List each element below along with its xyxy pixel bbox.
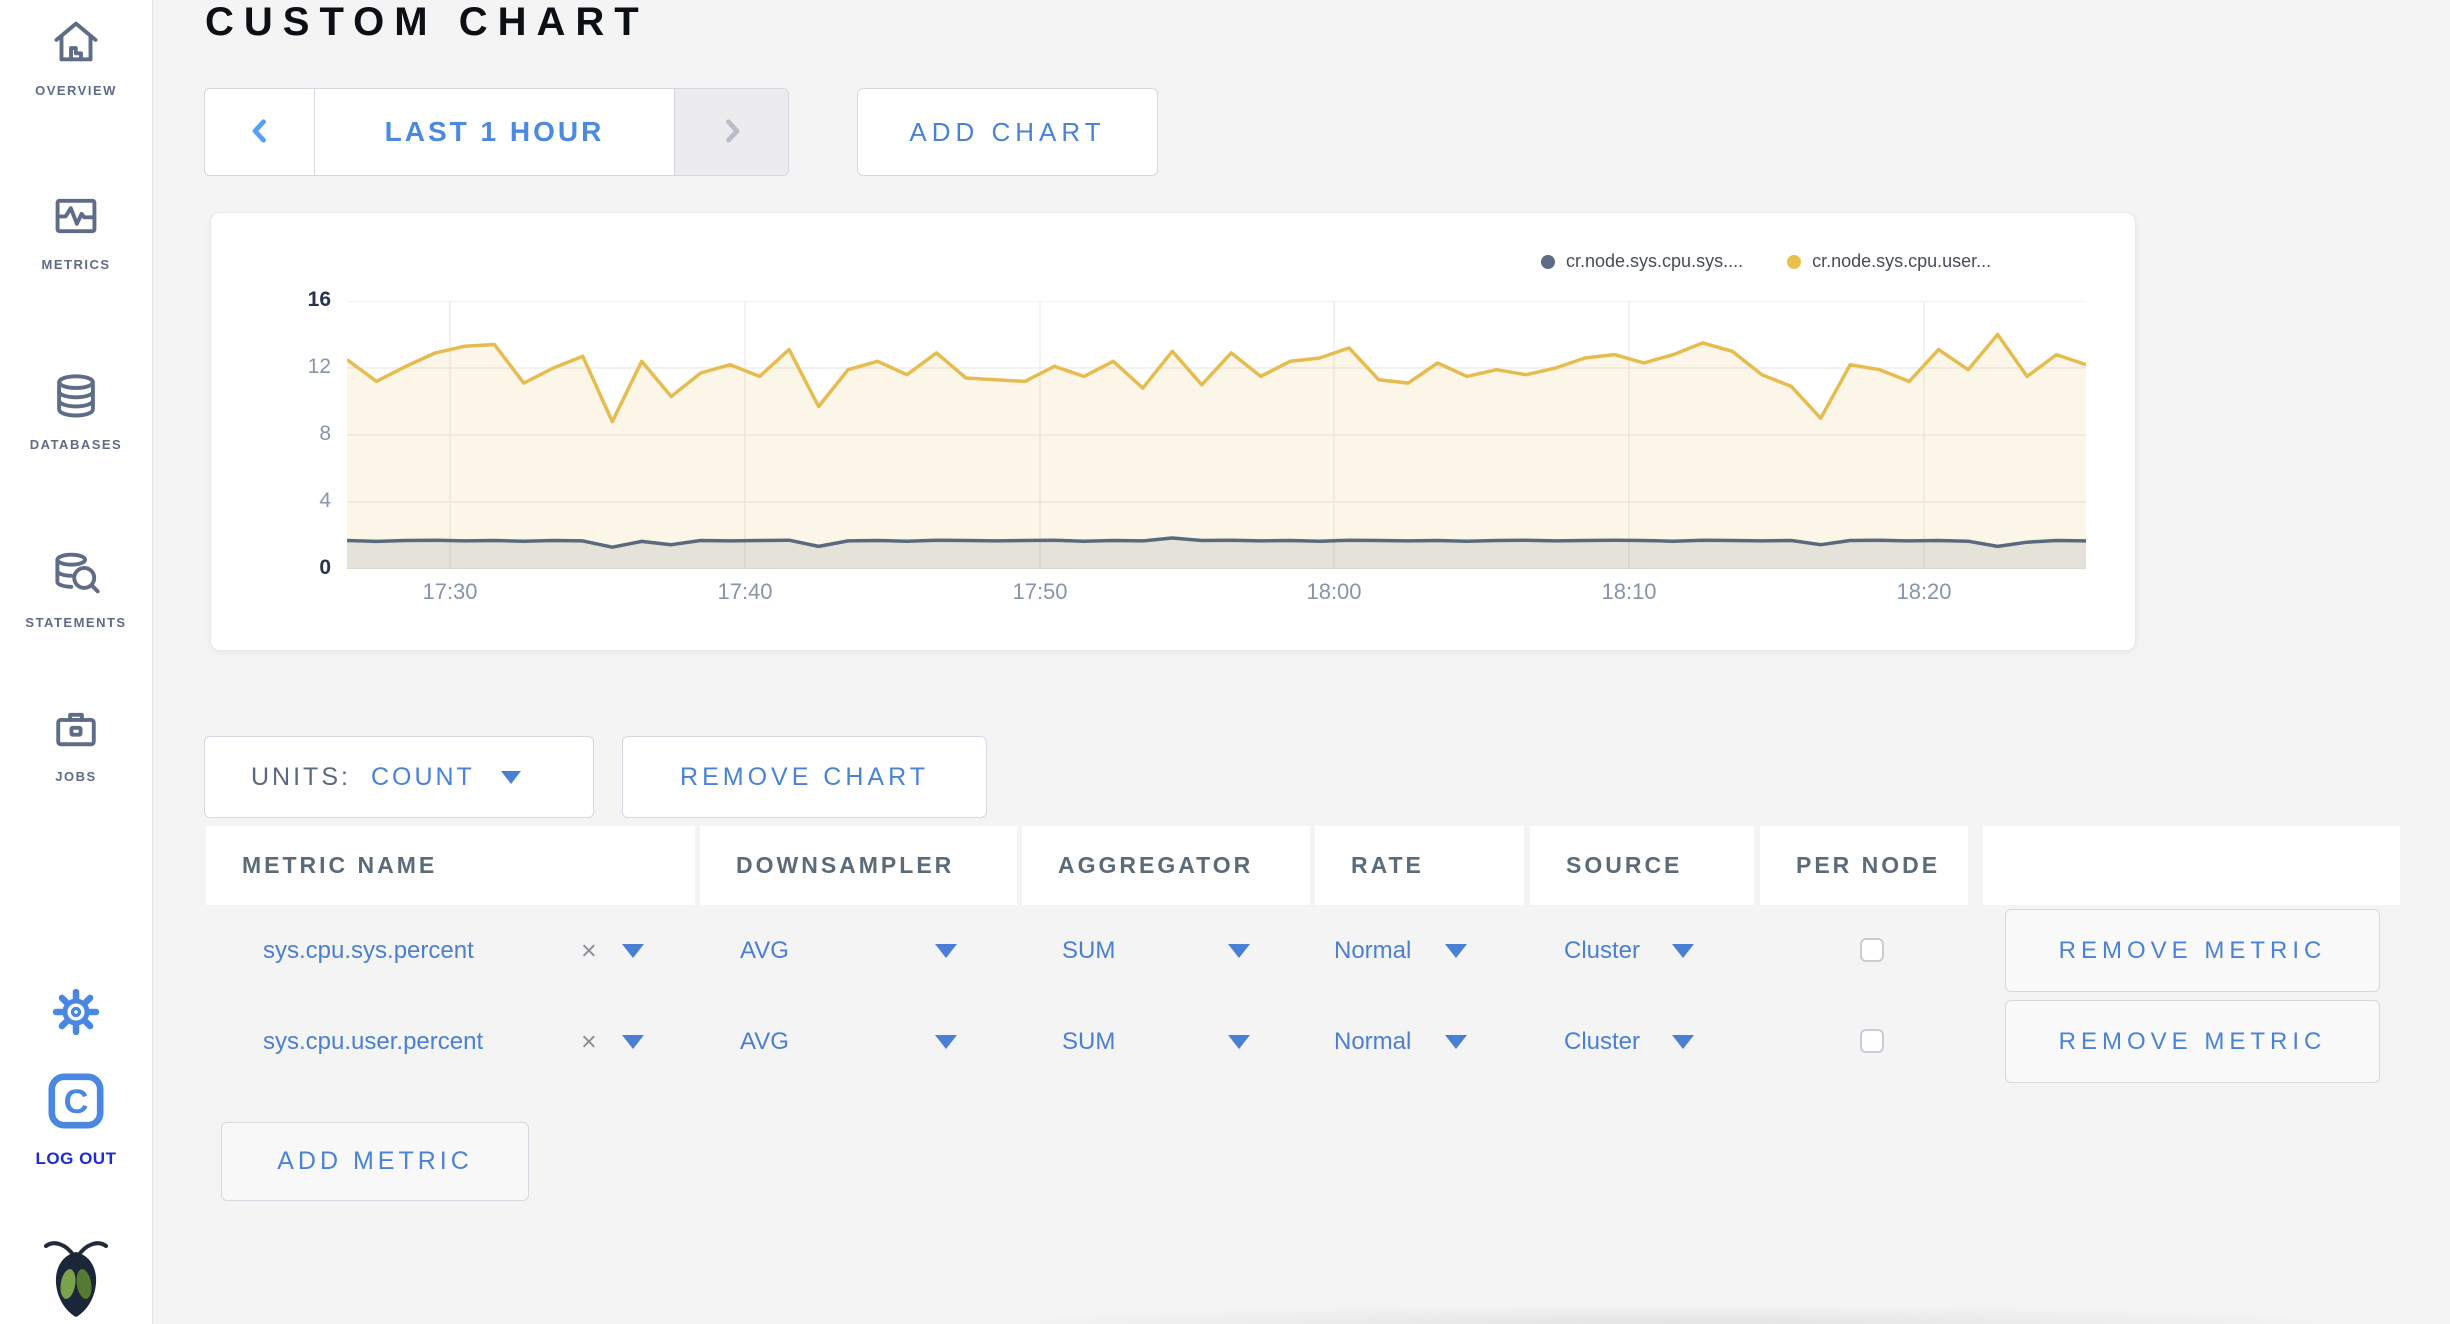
metric-row: sys.cpu.user.percent × AVG SUM Normal Cluster…	[0, 996, 2450, 1087]
cpu-metrics-chart	[347, 301, 2086, 569]
table-header-label: SOURCE	[1566, 852, 1683, 878]
rate-caret-icon[interactable]	[1445, 1034, 1467, 1049]
chart-panel: cr.node.sys.cpu.sys.... cr.node.sys.cpu.u…	[210, 212, 2136, 651]
add-chart-button[interactable]: ADD CHART	[857, 88, 1158, 176]
metric-row: sys.cpu.sys.percent × AVG SUM Normal Cluster R…	[0, 905, 2450, 996]
downsampler-caret-icon[interactable]	[935, 1034, 957, 1049]
legend-item[interactable]: cr.node.sys.cpu.sys....	[1541, 251, 1743, 272]
jobs-icon	[0, 702, 152, 759]
table-header-rate: RATE	[1315, 826, 1524, 905]
per-node-checkbox[interactable]	[1860, 938, 1884, 962]
aggregator-caret-icon[interactable]	[1228, 1034, 1250, 1049]
units-dropdown[interactable]: UNITS: COUNT	[204, 736, 594, 818]
chevron-left-icon	[243, 114, 277, 151]
table-header-source: SOURCE	[1530, 826, 1754, 905]
table-header-label: RATE	[1351, 852, 1424, 878]
source-select[interactable]: Cluster	[1564, 937, 1640, 965]
rate-caret-icon[interactable]	[1445, 943, 1467, 958]
time-range-selector: LAST 1 HOUR	[204, 88, 789, 176]
metrics-icon	[0, 190, 152, 247]
chart-legend: cr.node.sys.cpu.sys.... cr.node.sys.cpu.u…	[1541, 251, 1991, 272]
x-axis-tick-label: 18:00	[1306, 579, 1362, 604]
downsampler-select[interactable]: AVG	[740, 937, 789, 965]
sidebar-item-metrics[interactable]: METRICS	[0, 190, 152, 272]
sidebar-item-label: JOBS	[55, 769, 97, 784]
cockroachdb-bug-logo	[0, 1232, 152, 1324]
clear-metric-x-icon[interactable]: ×	[581, 935, 597, 966]
bottom-scroll-shadow	[900, 1298, 2450, 1324]
logout-label: LOG OUT	[35, 1149, 117, 1168]
svg-text:C: C	[64, 1083, 89, 1121]
metric-name-select[interactable]: sys.cpu.sys.percent	[263, 937, 474, 965]
legend-dot-icon	[1787, 254, 1802, 269]
table-header-actions	[1983, 826, 2400, 905]
table-header-downsampler: DOWNSAMPLER	[700, 826, 1017, 905]
databases-icon	[0, 370, 152, 427]
sidebar-item-label: DATABASES	[29, 437, 123, 452]
source-caret-icon[interactable]	[1672, 943, 1694, 958]
page-title: CUSTOM CHART	[205, 0, 649, 44]
remove-chart-button[interactable]: REMOVE CHART	[622, 736, 987, 818]
table-header-label: AGGREGATOR	[1058, 852, 1254, 878]
sidebar-item-jobs[interactable]: JOBS	[0, 702, 152, 784]
aggregator-caret-icon[interactable]	[1228, 943, 1250, 958]
metric-name-caret-icon[interactable]	[622, 1034, 644, 1049]
clear-metric-x-icon[interactable]: ×	[581, 1026, 597, 1057]
time-range-prev-button[interactable]	[205, 89, 315, 175]
rate-select[interactable]: Normal	[1334, 937, 1411, 965]
time-range-label: LAST 1 HOUR	[384, 116, 605, 147]
per-node-checkbox[interactable]	[1860, 1029, 1884, 1053]
y-axis-tick-label: 16	[307, 288, 331, 311]
table-header-metric-name: METRIC NAME	[206, 826, 695, 905]
custom-chart-page: OVERVIEW METRICS DATABASES STATEMENTS JOBS	[0, 0, 2450, 1324]
x-axis-tick-label: 18:20	[1896, 579, 1952, 604]
sidebar-item-overview[interactable]: OVERVIEW	[0, 16, 152, 98]
x-axis-tick-label: 17:40	[717, 579, 773, 604]
rate-select[interactable]: Normal	[1334, 1028, 1411, 1056]
sidebar-item-label: METRICS	[41, 257, 111, 272]
add-metric-button[interactable]: ADD METRIC	[221, 1122, 529, 1201]
y-axis-tick-label: 0	[319, 556, 331, 579]
home-icon	[0, 16, 152, 73]
x-axis-tick-label: 17:30	[422, 579, 478, 604]
table-header-label: DOWNSAMPLER	[736, 852, 955, 878]
aggregator-select[interactable]: SUM	[1062, 937, 1115, 965]
legend-label: cr.node.sys.cpu.sys....	[1566, 251, 1744, 271]
remove-metric-button[interactable]: REMOVE METRIC	[2005, 1000, 2380, 1083]
legend-item[interactable]: cr.node.sys.cpu.user...	[1787, 251, 1991, 272]
y-axis-tick-label: 8	[319, 422, 331, 445]
source-caret-icon[interactable]	[1672, 1034, 1694, 1049]
y-axis-tick-label: 12	[307, 355, 331, 378]
time-range-next-button[interactable]	[674, 89, 788, 175]
chevron-down-icon	[500, 770, 521, 784]
time-range-label-button[interactable]: LAST 1 HOUR	[315, 89, 674, 175]
x-axis-tick-label: 18:10	[1601, 579, 1657, 604]
sidebar-item-label: OVERVIEW	[35, 83, 117, 98]
sidebar-item-statements[interactable]: STATEMENTS	[0, 548, 152, 630]
legend-dot-icon	[1541, 254, 1555, 269]
chevron-right-icon	[715, 114, 749, 151]
source-select[interactable]: Cluster	[1564, 1028, 1640, 1056]
legend-label: cr.node.sys.cpu.user...	[1812, 251, 1992, 271]
metric-name-select[interactable]: sys.cpu.user.percent	[263, 1028, 483, 1056]
sidebar-item-label: STATEMENTS	[25, 615, 127, 630]
downsampler-select[interactable]: AVG	[740, 1028, 789, 1056]
sidebar-item-databases[interactable]: DATABASES	[0, 370, 152, 452]
table-header-label: METRIC NAME	[242, 852, 438, 878]
table-header-per-node: PER NODE	[1760, 826, 1968, 905]
metric-name-caret-icon[interactable]	[622, 943, 644, 958]
sidebar: OVERVIEW METRICS DATABASES STATEMENTS JOBS	[0, 0, 153, 1324]
remove-metric-button[interactable]: REMOVE METRIC	[2005, 909, 2380, 992]
table-header-aggregator: AGGREGATOR	[1022, 826, 1310, 905]
table-header-label: PER NODE	[1796, 852, 1941, 878]
y-axis-tick-label: 4	[319, 489, 331, 512]
aggregator-select[interactable]: SUM	[1062, 1028, 1115, 1056]
sidebar-logo	[0, 1232, 152, 1324]
units-prefix-label: UNITS:	[251, 762, 351, 791]
units-value: COUNT	[370, 762, 475, 791]
statements-icon	[0, 548, 152, 605]
downsampler-caret-icon[interactable]	[935, 943, 957, 958]
x-axis-tick-label: 17:50	[1012, 579, 1068, 604]
